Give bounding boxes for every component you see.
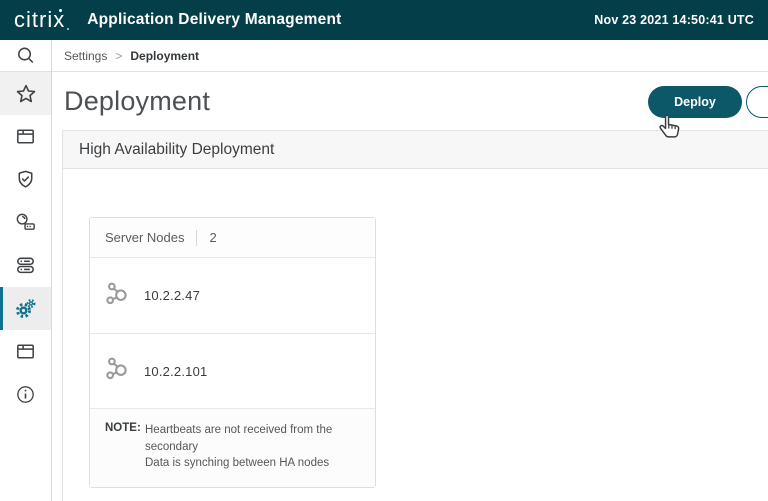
- sidebar-item-info[interactable]: [0, 373, 51, 416]
- sidebar-item-security[interactable]: [0, 158, 51, 201]
- top-header-bar: citrix Application Delivery Management N…: [0, 0, 768, 40]
- server-nodes-count: 2: [209, 230, 217, 245]
- network-node-icon: [104, 280, 131, 312]
- left-nav-sidebar: [0, 40, 52, 501]
- server-node-row[interactable]: 10.2.2.47: [90, 258, 375, 333]
- header-divider: [196, 229, 198, 246]
- applications-window-icon: [14, 125, 37, 148]
- info-icon: [14, 383, 37, 406]
- ha-deployment-panel: High Availability Deployment Server Node…: [62, 130, 768, 501]
- logo-trademark-dot: [67, 28, 70, 30]
- sidebar-item-infrastructure[interactable]: [0, 244, 51, 287]
- security-shield-icon: [14, 168, 37, 191]
- citrix-adm-screen: citrix Application Delivery Management N…: [0, 0, 768, 501]
- breadcrumb: Settings > Deployment: [52, 40, 768, 72]
- node-ip-address: 10.2.2.101: [144, 363, 208, 379]
- breadcrumb-settings[interactable]: Settings: [64, 49, 107, 63]
- section-body: Server Nodes 2 10.2.2.47 10.2.2.101 NOTE…: [63, 169, 768, 489]
- network-node-icon: [104, 355, 131, 387]
- deploy-button[interactable]: Deploy: [648, 86, 742, 118]
- settings-gears-icon: [14, 297, 38, 321]
- note-label: NOTE:: [105, 422, 141, 434]
- secondary-action-button-cropped[interactable]: [746, 86, 768, 118]
- note-line: Heartbeats are not received from the sec…: [145, 424, 333, 453]
- search-icon: [14, 44, 37, 67]
- page-title: Deployment: [64, 85, 211, 116]
- main-content: Settings > Deployment Deployment Deploy …: [52, 40, 768, 501]
- infrastructure-servers-icon: [14, 254, 37, 277]
- networks-window-icon: [14, 340, 37, 363]
- server-nodes-label: Server Nodes: [105, 230, 185, 245]
- sidebar-item-applications[interactable]: [0, 115, 51, 158]
- server-nodes-card: Server Nodes 2 10.2.2.47 10.2.2.101 NOTE…: [89, 217, 376, 489]
- section-header: High Availability Deployment: [63, 130, 768, 169]
- sidebar-item-orchestration[interactable]: [0, 201, 51, 244]
- sidebar-item-networks[interactable]: [0, 330, 51, 373]
- note-line: Data is synching between HA nodes: [145, 457, 330, 470]
- breadcrumb-deployment: Deployment: [130, 48, 200, 63]
- note-text: Heartbeats are not received from the sec…: [145, 422, 359, 472]
- citrix-logo: citrix: [14, 9, 71, 31]
- orchestration-gateway-icon: [14, 211, 37, 234]
- breadcrumb-separator: >: [115, 48, 123, 63]
- app-title: Application Delivery Management: [87, 11, 342, 28]
- citrix-logo-text: citrix: [14, 7, 66, 32]
- star-favorites-icon: [14, 82, 38, 106]
- sidebar-item-search[interactable]: [0, 40, 51, 72]
- sidebar-item-settings[interactable]: [0, 287, 51, 330]
- page-header-row: Deployment Deploy: [52, 72, 768, 130]
- server-node-row[interactable]: 10.2.2.101: [90, 333, 375, 408]
- section-title: High Availability Deployment: [79, 140, 275, 158]
- server-nodes-card-header: Server Nodes 2: [90, 218, 375, 258]
- utc-timestamp: Nov 23 2021 14:50:41 UTC: [594, 13, 754, 27]
- ha-note: NOTE: Heartbeats are not received from t…: [90, 408, 375, 488]
- node-ip-address: 10.2.2.47: [144, 288, 201, 303]
- sidebar-item-favorites[interactable]: [0, 72, 51, 115]
